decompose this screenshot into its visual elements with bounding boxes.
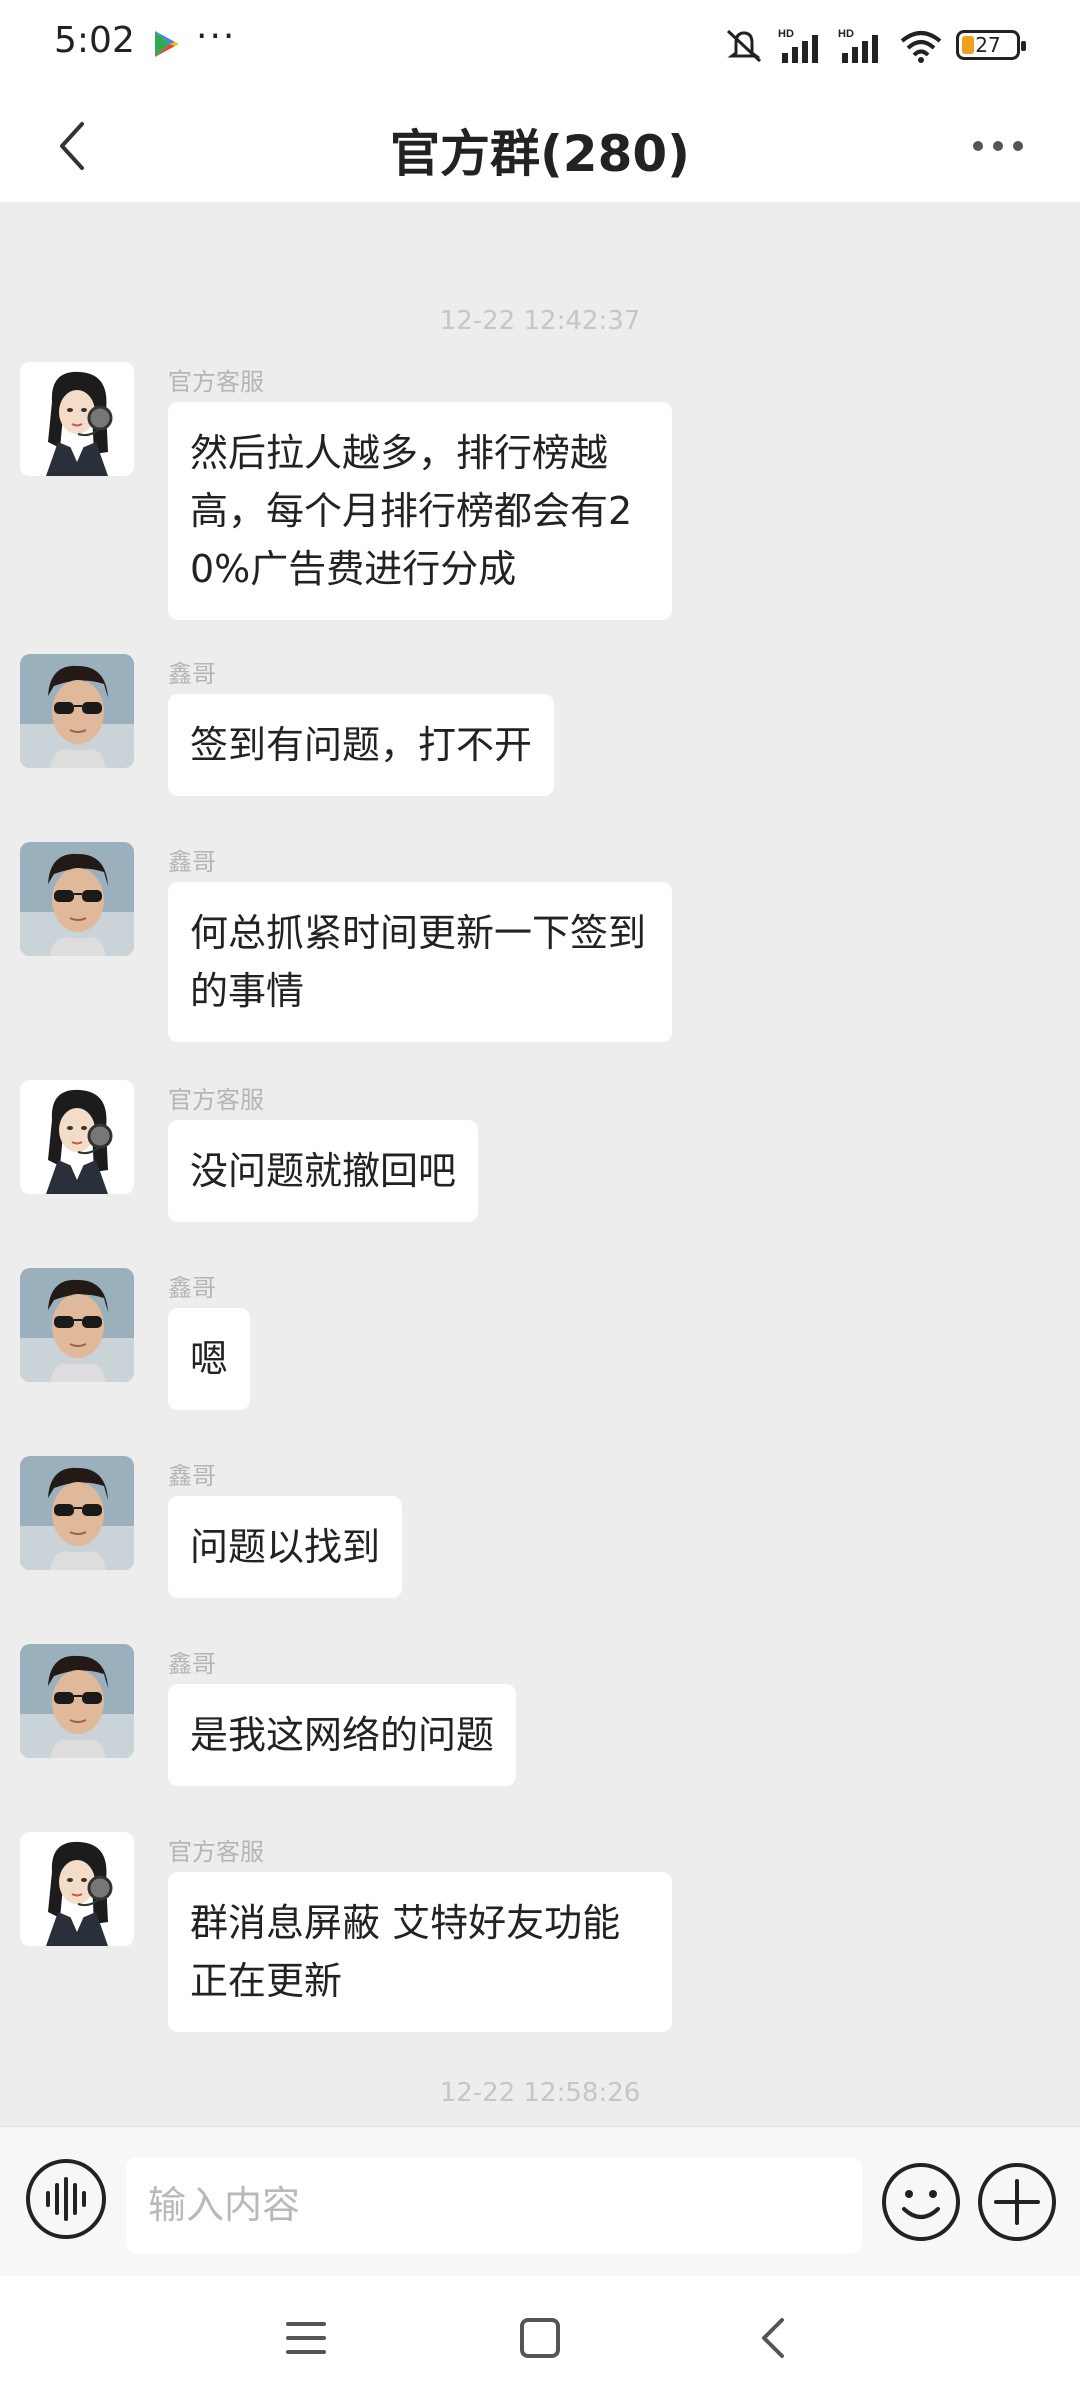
menu-icon[interactable] bbox=[282, 2314, 330, 2362]
message-input[interactable] bbox=[126, 2157, 862, 2253]
status-time: 5:02 bbox=[54, 20, 135, 61]
sender-name: 鑫哥 bbox=[168, 660, 216, 688]
xinge-avatar-icon bbox=[20, 654, 134, 768]
avatar-xinge[interactable] bbox=[20, 1644, 134, 1758]
service-avatar-icon bbox=[20, 362, 134, 476]
message-bubble[interactable]: 何总抓紧时间更新一下签到的事情 bbox=[168, 882, 672, 1042]
timestamp: 12-22 12:42:37 bbox=[439, 306, 641, 336]
message-bubble[interactable]: 是我这网络的问题 bbox=[168, 1684, 517, 1786]
xinge-avatar-icon bbox=[20, 842, 134, 956]
home-square-icon[interactable] bbox=[516, 2314, 564, 2362]
status-dots: ··· bbox=[196, 16, 237, 57]
voice-wave-icon[interactable] bbox=[24, 2157, 108, 2241]
more-horizontal-icon[interactable] bbox=[968, 126, 1028, 166]
battery-level: 27 bbox=[975, 33, 1001, 57]
avatar-service[interactable] bbox=[20, 362, 134, 476]
message-input-bar bbox=[0, 2126, 1080, 2276]
status-indicators: HD HD 27 bbox=[722, 22, 1026, 68]
status-bar: 5:02 ··· HD HD 27 bbox=[0, 0, 1080, 90]
sender-name: 鑫哥 bbox=[168, 1274, 216, 1302]
message-bubble[interactable]: 签到有问题，打不开 bbox=[168, 694, 555, 796]
message-bubble[interactable]: 群消息屏蔽 艾特好友功能正在更新 bbox=[168, 1872, 672, 2032]
avatar-xinge[interactable] bbox=[20, 654, 134, 768]
signal-hd-icon: HD bbox=[778, 28, 818, 63]
back-icon[interactable] bbox=[750, 2314, 798, 2362]
timestamp: 12-22 12:58:26 bbox=[439, 2078, 641, 2108]
message-bubble[interactable]: 没问题就撤回吧 bbox=[168, 1120, 479, 1222]
signal-hd-icon-2: HD bbox=[838, 28, 878, 63]
avatar-service[interactable] bbox=[20, 1832, 134, 1946]
xinge-avatar-icon bbox=[20, 1644, 134, 1758]
title-bar: 官方群(280) bbox=[0, 90, 1080, 202]
sender-name: 官方客服 bbox=[168, 368, 264, 396]
sender-name: 官方客服 bbox=[168, 1838, 264, 1866]
battery-icon: 27 bbox=[956, 30, 1026, 60]
battery-fill bbox=[962, 36, 974, 54]
play-store-icon bbox=[155, 31, 179, 57]
page-title: 官方群(280) bbox=[389, 125, 691, 183]
message-bubble[interactable]: 然后拉人越多，排行榜越高，每个月排行榜都会有20%广告费进行分成 bbox=[168, 402, 672, 620]
service-avatar-icon bbox=[20, 1080, 134, 1194]
avatar-xinge[interactable] bbox=[20, 1268, 134, 1382]
mute-bell-icon bbox=[726, 29, 762, 63]
message-bubble[interactable]: 嗯 bbox=[168, 1308, 251, 1410]
svg-text:HD: HD bbox=[838, 28, 854, 40]
avatar-xinge[interactable] bbox=[20, 842, 134, 956]
sender-name: 鑫哥 bbox=[168, 848, 216, 876]
avatar-xinge[interactable] bbox=[20, 1456, 134, 1570]
message-bubble[interactable]: 问题以找到 bbox=[168, 1496, 403, 1598]
emoji-icon[interactable] bbox=[880, 2161, 962, 2243]
sender-name: 鑫哥 bbox=[168, 1462, 216, 1490]
svg-text:HD: HD bbox=[778, 28, 794, 40]
xinge-avatar-icon bbox=[20, 1456, 134, 1570]
chat-message-list[interactable]: 12-22 12:42:37 官方客服 然后拉人越多，排行榜越高，每个月排行榜都… bbox=[0, 202, 1080, 2126]
system-nav-bar bbox=[0, 2276, 1080, 2400]
avatar-service[interactable] bbox=[20, 1080, 134, 1194]
service-avatar-icon bbox=[20, 1832, 134, 1946]
xinge-avatar-icon bbox=[20, 1268, 134, 1382]
sender-name: 官方客服 bbox=[168, 1086, 264, 1114]
wifi-icon bbox=[900, 31, 942, 63]
sender-name: 鑫哥 bbox=[168, 1650, 216, 1678]
plus-circle-icon[interactable] bbox=[976, 2161, 1058, 2243]
